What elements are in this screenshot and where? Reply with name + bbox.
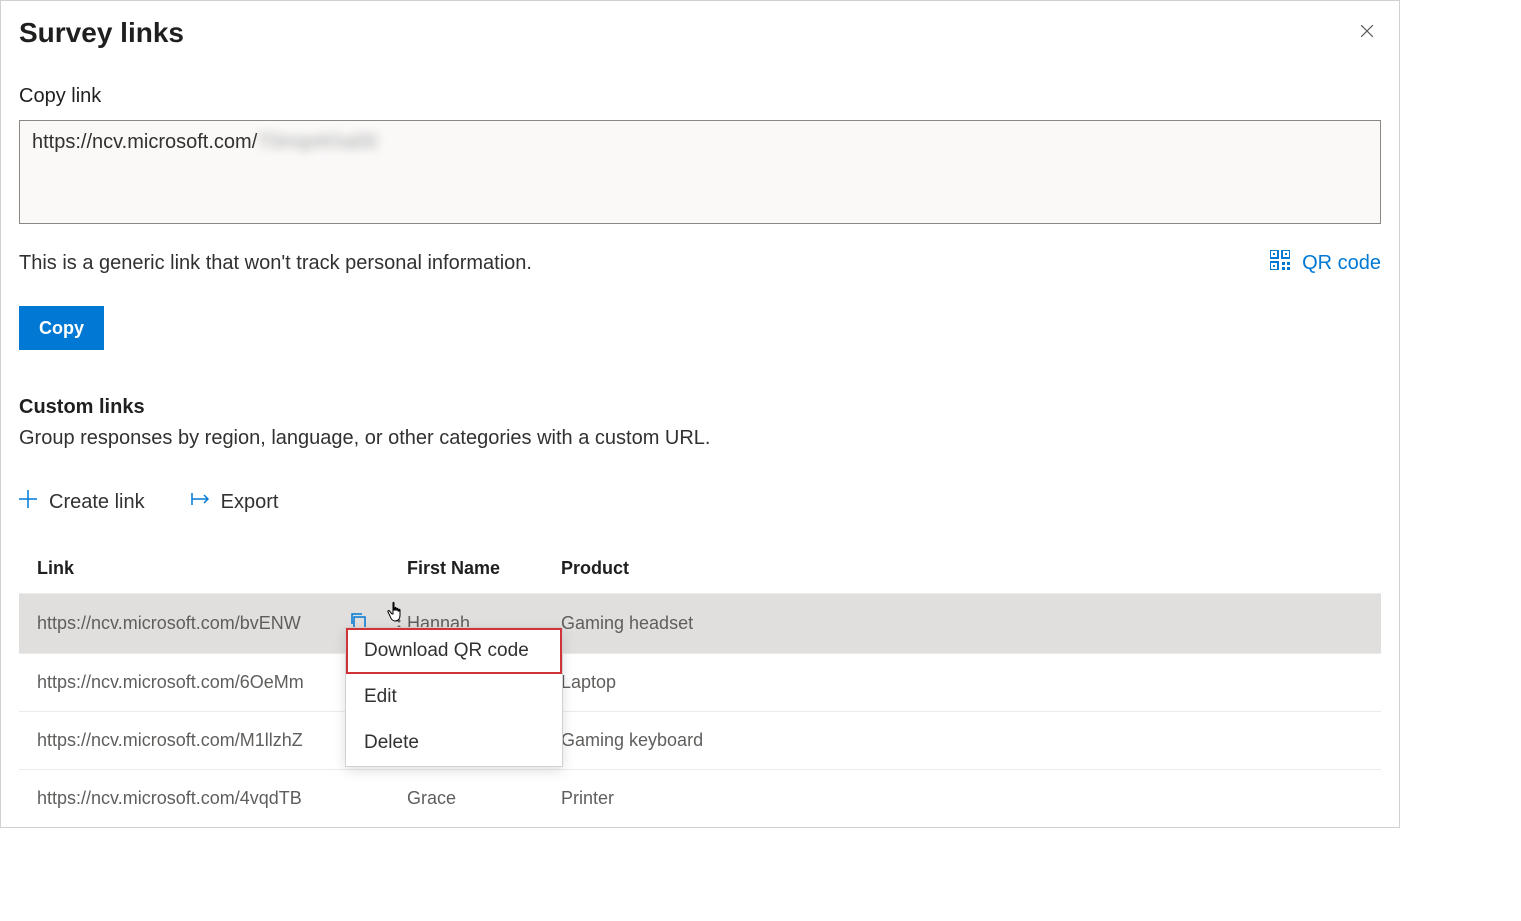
context-menu-item[interactable]: Edit — [346, 674, 562, 720]
export-button[interactable]: Export — [191, 490, 279, 514]
copy-button[interactable]: Copy — [19, 306, 104, 350]
plus-icon — [19, 490, 37, 514]
custom-links-desc: Group responses by region, language, or … — [19, 427, 1381, 450]
link-text: https://ncv.microsoft.com/6OeMm — [37, 672, 304, 693]
header-firstname: First Name — [407, 558, 561, 579]
link-text: https://ncv.microsoft.com/bvENW — [37, 613, 301, 634]
header-product: Product — [561, 558, 1363, 579]
link-text: https://ncv.microsoft.com/M1llzhZ — [37, 730, 303, 751]
context-menu-item[interactable]: Download QR code — [346, 628, 562, 674]
table-row[interactable]: https://ncv.microsoft.com/M1llzhZ Gaming … — [19, 711, 1381, 769]
cell-product: Printer — [561, 788, 1363, 809]
close-button[interactable] — [1353, 17, 1381, 48]
link-textarea-wrapper: https://ncv.microsoft.com/T0mqnKha00 — [19, 120, 1381, 224]
table-header: Link First Name Product — [19, 544, 1381, 593]
header-link: Link — [37, 558, 407, 579]
qr-code-label: QR code — [1302, 252, 1381, 275]
dialog-title: Survey links — [19, 17, 184, 49]
links-table: Link First Name Product https://ncv.micr… — [19, 544, 1381, 827]
table-row[interactable]: https://ncv.microsoft.com/6OeMm Laptop — [19, 653, 1381, 711]
context-menu: Download QR codeEditDelete — [345, 627, 563, 767]
copy-link-label: Copy link — [19, 85, 1381, 108]
create-link-button[interactable]: Create link — [19, 490, 145, 514]
qr-code-link[interactable]: QR code — [1270, 250, 1381, 276]
custom-links-actions: Create link Export — [19, 490, 1381, 514]
table-body: https://ncv.microsoft.com/bvENW HannahGa… — [19, 593, 1381, 827]
link-url-visible: https://ncv.microsoft.com/ — [32, 131, 257, 154]
qr-code-icon — [1270, 250, 1290, 276]
helper-text: This is a generic link that won't track … — [19, 252, 532, 275]
dialog-header: Survey links — [19, 17, 1381, 49]
custom-links-title: Custom links — [19, 396, 1381, 419]
under-link-row: This is a generic link that won't track … — [19, 250, 1381, 276]
cell-product: Laptop — [561, 672, 1363, 693]
table-row[interactable]: https://ncv.microsoft.com/4vqdTB GracePri… — [19, 769, 1381, 827]
survey-links-dialog: Survey links Copy link https://ncv.micro… — [0, 0, 1400, 828]
table-row[interactable]: https://ncv.microsoft.com/bvENW HannahGa… — [19, 593, 1381, 653]
cell-product: Gaming keyboard — [561, 730, 1363, 751]
close-icon — [1357, 29, 1377, 44]
link-text: https://ncv.microsoft.com/4vqdTB — [37, 788, 302, 809]
link-url-hidden: T0mqnKha00 — [257, 131, 377, 154]
cell-product: Gaming headset — [561, 613, 1363, 634]
export-label: Export — [221, 491, 279, 514]
context-menu-item[interactable]: Delete — [346, 720, 562, 766]
create-link-label: Create link — [49, 491, 145, 514]
link-textarea[interactable]: https://ncv.microsoft.com/T0mqnKha00 — [19, 120, 1381, 224]
cell-link: https://ncv.microsoft.com/4vqdTB — [37, 788, 407, 809]
export-icon — [191, 490, 209, 514]
cell-firstname: Grace — [407, 788, 561, 809]
